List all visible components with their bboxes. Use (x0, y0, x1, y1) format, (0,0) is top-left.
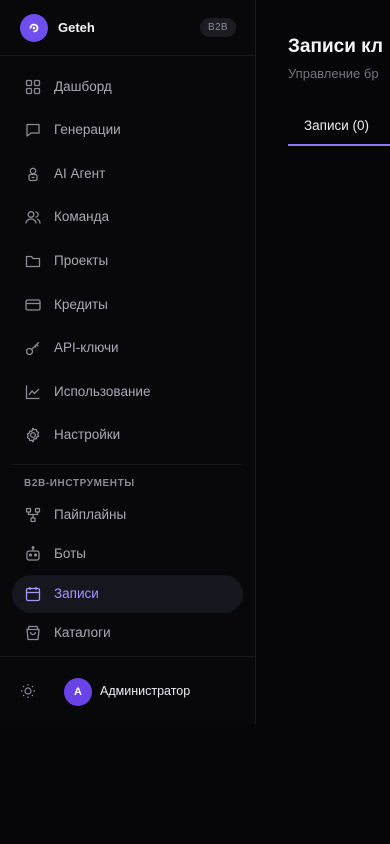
pipeline-icon (24, 506, 42, 524)
app: Geteh B2B Дашборд Генерации AI Агент Ком… (0, 0, 390, 844)
sun-icon (21, 684, 35, 698)
nav-label: Каталоги (54, 625, 111, 640)
users-icon (24, 208, 42, 226)
chat-icon (24, 121, 42, 139)
nav-item-credits[interactable]: Кредиты (12, 286, 243, 324)
nav-item-usage[interactable]: Использование (12, 373, 243, 411)
nav-label: Генерации (54, 122, 121, 137)
tab-label: Записи (0) (304, 118, 370, 133)
nav-label: Настройки (54, 427, 121, 442)
nav-label: Использование (54, 384, 151, 399)
page-title: Записи кл (288, 36, 383, 57)
nav-label: Кредиты (54, 297, 108, 312)
nav-item-pipelines[interactable]: Пайплайны (12, 496, 243, 534)
nav-item-projects[interactable]: Проекты (12, 242, 243, 280)
avatar[interactable]: A (64, 678, 92, 706)
nav-label: AI Агент (54, 166, 106, 181)
plan-badge: B2B (200, 18, 236, 37)
nav-label: Записи (54, 586, 99, 601)
folder-icon (24, 252, 42, 270)
nav-item-bookings[interactable]: Записи (12, 575, 243, 613)
nav-label: Боты (54, 546, 86, 561)
main-content: Записи кл Управление бр Записи (0) (256, 0, 390, 844)
brand-header: Geteh B2B (0, 0, 255, 56)
brand-logo-icon[interactable] (20, 14, 48, 42)
nav-label: Дашборд (54, 79, 112, 94)
nav-item-ai-agent[interactable]: AI Агент (12, 155, 243, 193)
sidebar-footer: A Администратор (0, 656, 255, 724)
section-title: B2B-ИНСТРУМЕНТЫ (24, 478, 135, 489)
nav-item-team[interactable]: Команда (12, 198, 243, 236)
calendar-icon (24, 585, 42, 603)
nav-item-bots[interactable]: Боты (12, 535, 243, 573)
nav-item-api-keys[interactable]: API-ключи (12, 329, 243, 367)
sidebar: Geteh B2B Дашборд Генерации AI Агент Ком… (0, 0, 256, 724)
nav-item-generations[interactable]: Генерации (12, 111, 243, 149)
tab-active-indicator (288, 144, 390, 146)
nav-item-dashboard[interactable]: Дашборд (12, 68, 243, 106)
credit-card-icon (24, 296, 42, 314)
tab-bookings[interactable]: Записи (0) (288, 108, 390, 146)
theme-toggle-button[interactable] (18, 681, 38, 701)
nav-item-catalogs[interactable]: Каталоги (12, 614, 243, 652)
nav-label: Проекты (54, 253, 109, 268)
nav-item-settings[interactable]: Настройки (12, 416, 243, 454)
section-divider (12, 464, 242, 465)
gear-icon (24, 426, 42, 444)
user-name[interactable]: Администратор (100, 684, 190, 698)
nav-label: API-ключи (54, 340, 119, 355)
chart-icon (24, 383, 42, 401)
key-icon (24, 339, 42, 357)
dashboard-icon (24, 78, 42, 96)
page-subtitle: Управление бр (288, 66, 379, 81)
nav-label: Команда (54, 209, 110, 224)
nav-label: Пайплайны (54, 507, 127, 522)
brand-name: Geteh (58, 20, 95, 35)
agent-icon (24, 165, 42, 183)
bot-icon (24, 545, 42, 563)
shopping-bag-icon (24, 624, 42, 642)
